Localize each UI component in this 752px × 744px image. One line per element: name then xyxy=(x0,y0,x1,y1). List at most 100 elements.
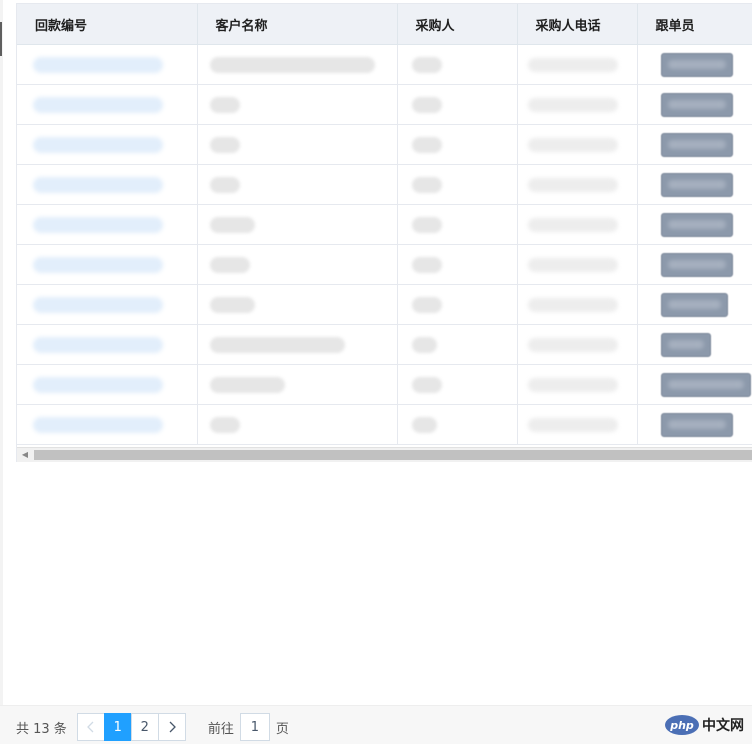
redacted-buyer xyxy=(411,56,442,73)
redacted-phone xyxy=(527,257,618,272)
site-name: 中文网 xyxy=(702,718,744,734)
redacted-customer xyxy=(209,376,285,393)
table-cell xyxy=(517,404,638,445)
redacted-staff-tag xyxy=(660,252,733,277)
goto-page-input[interactable] xyxy=(239,713,270,741)
table-header: 回款编号 客户名称 采购人 采购人电话 跟单员 xyxy=(17,4,752,45)
page-jumper: 前往 页 xyxy=(208,713,289,741)
table-cell xyxy=(197,244,398,285)
redacted-customer xyxy=(209,136,240,153)
redacted-customer xyxy=(209,336,345,353)
table-cell xyxy=(17,324,198,365)
redacted-buyer xyxy=(411,256,442,273)
redacted-staff-tag xyxy=(660,372,751,397)
table-cell xyxy=(517,324,638,365)
table-cell xyxy=(17,164,198,205)
table-cell xyxy=(637,324,752,365)
table-cell xyxy=(637,124,752,165)
page-1-button[interactable]: 1 xyxy=(103,713,132,741)
redacted-payment-no xyxy=(33,136,163,153)
table-cell xyxy=(17,284,198,325)
redacted-phone xyxy=(527,217,618,232)
table-cell xyxy=(197,204,398,245)
redacted-staff-tag xyxy=(660,332,711,357)
watermark-logo: php 中文网 xyxy=(665,715,744,735)
column-header-buyer[interactable]: 采购人 xyxy=(397,4,518,45)
table-cell xyxy=(397,204,518,245)
table-cell xyxy=(397,324,518,365)
table-cell xyxy=(17,204,198,245)
chevron-left-icon xyxy=(86,721,94,733)
redacted-payment-no xyxy=(33,416,163,433)
redacted-customer xyxy=(209,416,240,433)
table-cell xyxy=(397,164,518,205)
redacted-payment-no xyxy=(33,56,163,73)
table-row[interactable] xyxy=(17,324,752,365)
column-header-payment-no[interactable]: 回款编号 xyxy=(17,4,198,45)
redacted-phone xyxy=(527,297,618,312)
table-cell xyxy=(517,44,638,85)
redacted-phone xyxy=(527,377,618,392)
redacted-buyer xyxy=(411,96,442,113)
table-row[interactable] xyxy=(17,44,752,85)
table-cell xyxy=(517,164,638,205)
table-cell xyxy=(17,244,198,285)
redacted-payment-no xyxy=(33,336,163,353)
redacted-phone xyxy=(527,137,618,152)
chevron-right-icon xyxy=(169,721,176,733)
table-cell xyxy=(637,44,752,85)
table-row[interactable] xyxy=(17,84,752,125)
scroll-left-icon[interactable]: ◀ xyxy=(17,448,33,462)
table-cell xyxy=(517,84,638,125)
redacted-payment-no xyxy=(33,256,163,273)
scrollbar-thumb[interactable] xyxy=(34,450,752,460)
table-cell xyxy=(17,44,198,85)
prev-page-button[interactable] xyxy=(76,713,105,741)
redacted-payment-no xyxy=(33,96,163,113)
redacted-buyer xyxy=(411,296,442,313)
table-row[interactable] xyxy=(17,204,752,245)
redacted-payment-no xyxy=(33,176,163,193)
table-row[interactable] xyxy=(17,164,752,205)
footer: 共 13 条 1 2 前往 页 php 中文网 xyxy=(0,705,752,744)
horizontal-scrollbar[interactable]: ◀ xyxy=(17,447,752,462)
redacted-customer xyxy=(209,176,240,193)
pagination: 共 13 条 1 2 前往 页 xyxy=(16,713,289,741)
table-row[interactable] xyxy=(17,284,752,325)
table-cell xyxy=(397,124,518,165)
table-row[interactable] xyxy=(17,244,752,285)
table-body xyxy=(17,44,752,445)
redacted-customer xyxy=(209,96,240,113)
redacted-staff-tag xyxy=(660,412,733,437)
table-cell xyxy=(397,44,518,85)
table-cell xyxy=(397,284,518,325)
table-cell xyxy=(637,364,752,405)
table-row[interactable] xyxy=(17,364,752,405)
table-row[interactable] xyxy=(17,124,752,165)
table-cell xyxy=(397,84,518,125)
left-edge xyxy=(0,0,3,744)
table-cell xyxy=(517,124,638,165)
table-cell xyxy=(637,284,752,325)
next-page-button[interactable] xyxy=(157,713,186,741)
column-header-buyer-phone[interactable]: 采购人电话 xyxy=(517,4,638,45)
column-header-customer[interactable]: 客户名称 xyxy=(197,4,398,45)
redacted-customer xyxy=(209,216,255,233)
redacted-buyer xyxy=(411,216,442,233)
table-cell xyxy=(17,124,198,165)
page-2-button[interactable]: 2 xyxy=(130,713,159,741)
table-cell xyxy=(197,124,398,165)
total-count: 共 13 条 xyxy=(16,721,67,737)
table-row[interactable] xyxy=(17,404,752,445)
page-unit-label: 页 xyxy=(275,721,289,737)
table-cell xyxy=(17,364,198,405)
column-header-staff[interactable]: 跟单员 xyxy=(637,4,752,45)
redacted-customer xyxy=(209,56,375,73)
table-cell xyxy=(637,164,752,205)
table: 回款编号 客户名称 采购人 采购人电话 跟单员 xyxy=(17,4,752,445)
table-cell xyxy=(17,404,198,445)
table-cell xyxy=(397,364,518,405)
table-cell xyxy=(637,244,752,285)
page: 回款编号 客户名称 采购人 采购人电话 跟单员 ◀ 共 13 条 1 2 前往 … xyxy=(0,0,752,744)
redacted-buyer xyxy=(411,416,437,433)
